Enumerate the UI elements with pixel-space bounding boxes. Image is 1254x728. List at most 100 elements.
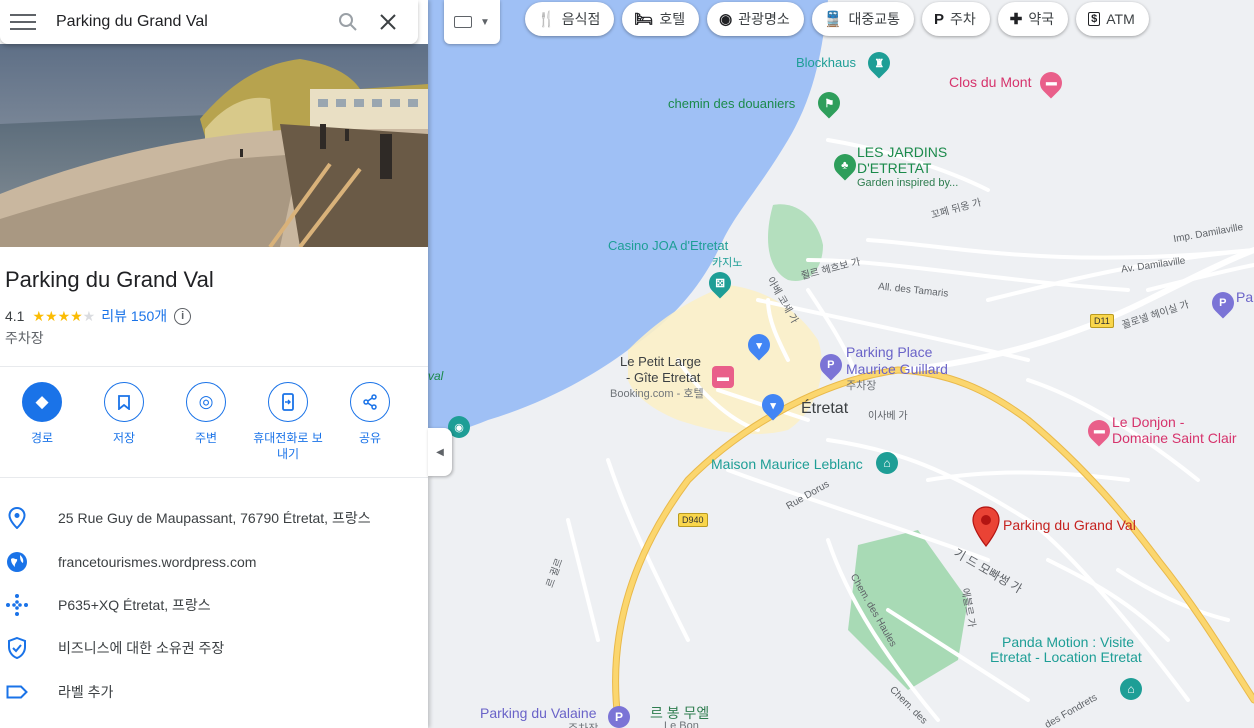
search-button[interactable] [328, 2, 368, 42]
place-title: Parking du Grand Val [5, 267, 214, 292]
chip-label: 관광명소 [738, 11, 790, 27]
action-label: 공유 [358, 431, 382, 445]
place-category[interactable]: 주차장 [5, 328, 44, 348]
parking-icon: P [933, 10, 944, 28]
plus-code-icon [0, 593, 34, 617]
chip-parking[interactable]: P 주차 [921, 2, 990, 36]
camera-icon: ◉ [719, 11, 733, 28]
send-to-phone-icon [268, 382, 308, 422]
claim-business-text: 비즈니스에 대한 소유권 주장 [58, 640, 225, 656]
info-icon[interactable]: i [174, 307, 192, 325]
divider [0, 366, 428, 367]
chip-pharmacy[interactable]: ✚ 약국 [997, 2, 1069, 36]
location-pin-icon [0, 507, 34, 529]
map-label-petit-large-3: Booking.com - 호텔 [610, 388, 704, 400]
nearby-button[interactable]: ◎ 주변 [166, 382, 246, 462]
reviews-link[interactable]: 리뷰 150개 [101, 306, 167, 326]
chip-hotel[interactable]: 🛏 호텔 [622, 2, 700, 36]
map-label-clos-du-mont[interactable]: Clos du Mont [949, 74, 1031, 90]
keyboard-toggle[interactable]: ▼ [444, 0, 500, 44]
shield-check-icon [0, 637, 34, 659]
map-label-petit-large-1[interactable]: Le Petit Large [620, 354, 701, 369]
collapse-panel-button[interactable]: ◀ [428, 428, 452, 476]
close-button[interactable] [368, 2, 408, 42]
rating-value: 4.1 [5, 308, 25, 324]
rating-row: 4.1 ★★★★★ 리뷰 150개 i [5, 306, 192, 326]
directions-button[interactable]: ◆ 경로 [2, 382, 82, 462]
chevron-down-icon[interactable]: ▼ [480, 17, 490, 28]
map-label-maison-leblanc[interactable]: Maison Maurice Leblanc [711, 456, 863, 472]
bed-icon: 🛏 [634, 11, 654, 28]
map-canvas[interactable]: Blockhaus ♜ Clos du Mont ▬ chemin des do… [428, 0, 1254, 728]
chevron-left-icon: ◀ [436, 446, 444, 458]
chip-attractions[interactable]: ◉ 관광명소 [707, 2, 804, 36]
beach-photo-image [0, 44, 428, 247]
place-photo[interactable] [0, 44, 428, 247]
map-label-chemin[interactable]: chemin des douaniers [668, 96, 795, 111]
action-label: 주변 [194, 431, 218, 445]
map-label-donjon-2[interactable]: Domaine Saint Clair [1112, 430, 1237, 446]
map-label-petit-large-2[interactable]: - Gîte Etretat [626, 370, 700, 385]
share-icon [350, 382, 390, 422]
claim-business-row[interactable]: 비즈니스에 대한 소유권 주장 [0, 626, 428, 670]
add-label-row[interactable]: 라벨 추가 [0, 670, 428, 714]
map-label-jardins-2[interactable]: D'ETRETAT [857, 160, 931, 176]
address-row[interactable]: 25 Rue Guy de Maupassant, 76790 Étretat,… [0, 496, 428, 540]
directions-icon: ◆ [22, 382, 62, 422]
map-label-casino-2: 카지노 [712, 257, 743, 269]
search-icon [339, 13, 357, 31]
save-button[interactable]: 저장 [84, 382, 164, 462]
search-bar [0, 0, 418, 44]
map-label-parking-place-3: 주차장 [846, 380, 877, 392]
museum-marker-icon[interactable]: ⌂ [876, 452, 898, 474]
action-label: 경로 [30, 431, 54, 445]
website-row[interactable]: francetourismes.wordpress.com [0, 540, 428, 584]
map-label-donjon-1[interactable]: Le Donjon - [1112, 414, 1184, 430]
close-icon [380, 14, 396, 30]
chip-atm[interactable]: $ ATM [1076, 2, 1149, 36]
map-label-jardins-sub: Garden inspired by... [857, 177, 959, 189]
map-label-parking-place-2[interactable]: Maurice Guillard [846, 361, 948, 377]
hotel-marker-icon[interactable]: ▬ [712, 366, 734, 388]
map-label-blockhaus[interactable]: Blockhaus [796, 55, 856, 70]
map-label-jardins-1[interactable]: LES JARDINS [857, 144, 947, 160]
pharmacy-icon: ✚ [1009, 11, 1023, 28]
road-shield-d11: D11 [1090, 314, 1114, 328]
map-label-casino-1[interactable]: Casino JOA d'Etretat [608, 238, 728, 253]
chip-restaurant[interactable]: 🍴 음식점 [525, 2, 615, 36]
nearby-icon: ◎ [186, 382, 226, 422]
map-label-selected[interactable]: Parking du Grand Val [1003, 517, 1136, 533]
map-label-pa[interactable]: Pa [1236, 289, 1253, 305]
dollar-icon: $ [1088, 12, 1101, 26]
menu-icon[interactable] [6, 12, 40, 32]
chip-label: 호텔 [659, 11, 686, 27]
star-rating-icon: ★★★★★ [32, 307, 96, 324]
divider [0, 477, 428, 478]
address-text: 25 Rue Guy de Maupassant, 76790 Étretat,… [58, 510, 371, 526]
add-label-text: 라벨 추가 [58, 684, 114, 700]
plus-code-text: P635+XQ Étretat, 프랑스 [58, 597, 211, 613]
map-label-parking-valaine[interactable]: Parking du Valaine [480, 705, 596, 721]
bookmark-icon [104, 382, 144, 422]
chip-label: 약국 [1028, 11, 1055, 27]
road-shield-d940: D940 [678, 513, 708, 527]
label-icon [0, 685, 34, 699]
search-input[interactable] [56, 13, 328, 31]
chip-label: 주차 [950, 11, 976, 27]
attraction-marker-icon[interactable]: ⌂ [1120, 678, 1142, 700]
share-button[interactable]: 공유 [330, 382, 410, 462]
google-maps-app: Blockhaus ♜ Clos du Mont ▬ chemin des do… [0, 0, 1254, 728]
map-label-etretat[interactable]: Étretat [801, 400, 848, 418]
map-label-panda-2[interactable]: Etretat - Location Etretat [990, 649, 1142, 665]
map-label-valaine-sub: 주차장 [568, 720, 598, 728]
map-label-parking-place-1[interactable]: Parking Place [846, 344, 932, 360]
action-label: 휴대전화로 보 내기 [253, 431, 323, 461]
map-label-panda-1[interactable]: Panda Motion : Visite [1002, 634, 1134, 650]
globe-icon [0, 551, 34, 573]
send-to-phone-button[interactable]: 휴대전화로 보 내기 [248, 382, 328, 462]
train-icon: 🚆 [823, 11, 843, 28]
plus-code-row[interactable]: P635+XQ Étretat, 프랑스 [0, 583, 428, 627]
selected-place-pin-icon[interactable] [972, 506, 1000, 548]
parking-marker-icon[interactable]: P [608, 706, 630, 728]
chip-transit[interactable]: 🚆 대중교통 [811, 2, 914, 36]
